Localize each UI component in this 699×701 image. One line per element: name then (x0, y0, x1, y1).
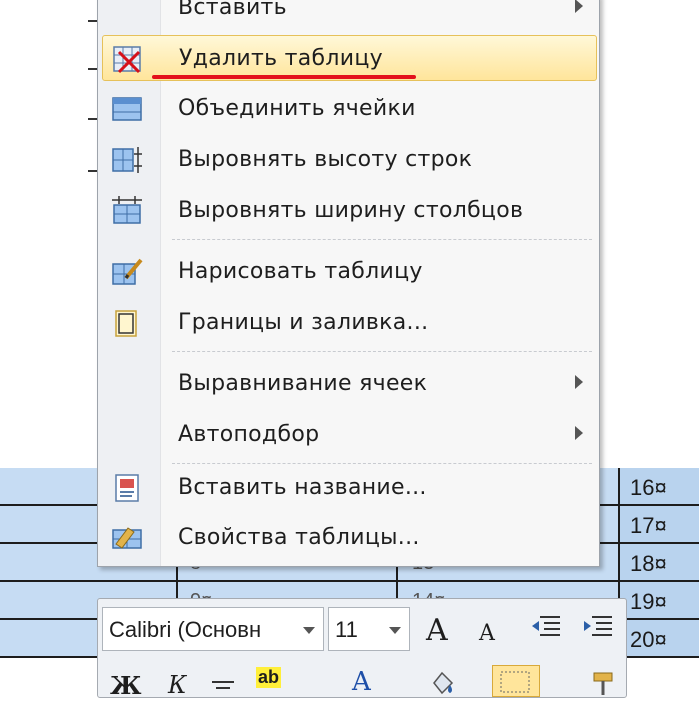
distribute-columns-icon (110, 195, 144, 227)
menu-item-label: Вставить (178, 0, 287, 20)
table-cell[interactable]: 18¤ (630, 551, 690, 577)
menu-item-insert-caption[interactable]: Вставить название... (102, 465, 597, 511)
font-name-value: Calibri (Основн (109, 617, 262, 642)
borders-shading-icon (110, 307, 144, 339)
chevron-down-icon (389, 627, 401, 634)
menu-item-label: Нарисовать таблицу (178, 259, 423, 284)
menu-item-label: Объединить ячейки (178, 96, 416, 121)
shrink-font-button[interactable]: A (479, 621, 495, 646)
menu-item-label: Выровнять высоту строк (178, 147, 473, 172)
decrease-indent-icon[interactable] (530, 613, 562, 647)
bold-button[interactable]: Ж (110, 671, 142, 700)
borders-button[interactable] (492, 665, 540, 697)
format-painter-icon[interactable] (588, 669, 618, 701)
grow-font-button[interactable]: A (426, 613, 448, 648)
menu-item-autofit[interactable]: Автоподбор (102, 412, 597, 458)
menu-item-label: Свойства таблицы... (178, 525, 420, 550)
menu-separator (172, 463, 592, 464)
merge-cells-icon (110, 93, 144, 125)
distribute-rows-icon (110, 144, 144, 176)
font-color-button[interactable]: A (352, 667, 371, 697)
menu-separator (172, 351, 592, 352)
font-name-combo[interactable]: Calibri (Основн (102, 607, 324, 651)
text-highlight-button[interactable]: ab (256, 667, 282, 688)
center-align-icon[interactable] (210, 679, 236, 699)
menu-item-draw-table[interactable]: Нарисовать таблицу (102, 249, 597, 295)
table-properties-icon (110, 522, 144, 554)
paint-bucket-icon[interactable] (428, 669, 458, 701)
font-size-combo[interactable]: 11 (328, 607, 410, 651)
table-cell[interactable]: 19¤ (630, 589, 690, 615)
table-cell[interactable]: 20¤ (630, 627, 690, 653)
annotation-underline (152, 75, 416, 79)
menu-item-label: Удалить таблицу (179, 46, 383, 71)
menu-item-label: Выравнивание ячеек (178, 371, 428, 396)
menu-item-distribute-columns[interactable]: Выровнять ширину столбцов (102, 188, 597, 234)
menu-item-merge-cells[interactable]: Объединить ячейки (102, 86, 597, 132)
submenu-arrow-icon (575, 0, 583, 13)
draw-table-icon (110, 256, 144, 288)
menu-item-distribute-rows[interactable]: Выровнять высоту строк (102, 137, 597, 183)
insert-caption-icon (110, 472, 144, 504)
italic-button[interactable]: К (168, 671, 187, 699)
menu-item-borders-shading[interactable]: Границы и заливка... (102, 300, 597, 346)
menu-item-table-properties[interactable]: Свойства таблицы... (102, 515, 597, 561)
submenu-arrow-icon (575, 426, 583, 440)
font-size-value: 11 (335, 617, 358, 642)
increase-indent-icon[interactable] (582, 613, 614, 647)
context-menu: Вставить Удалить таблицу Объединить ячей… (97, 0, 600, 567)
menu-item-label: Вставить название... (178, 475, 427, 500)
submenu-arrow-icon (575, 375, 583, 389)
menu-item-label: Границы и заливка... (178, 310, 429, 335)
menu-item-label: Автоподбор (178, 422, 320, 447)
chevron-down-icon (303, 627, 315, 634)
table-cell[interactable]: 17¤ (630, 513, 690, 539)
menu-item-cell-alignment[interactable]: Выравнивание ячеек (102, 361, 597, 407)
mini-toolbar: Calibri (Основн 11 A A Ж К ab A (97, 598, 627, 701)
delete-table-icon (111, 43, 145, 75)
menu-item-label: Выровнять ширину столбцов (178, 198, 524, 223)
menu-item-insert[interactable]: Вставить (102, 0, 597, 31)
menu-separator (172, 239, 592, 240)
table-cell[interactable]: 16¤ (630, 475, 690, 501)
